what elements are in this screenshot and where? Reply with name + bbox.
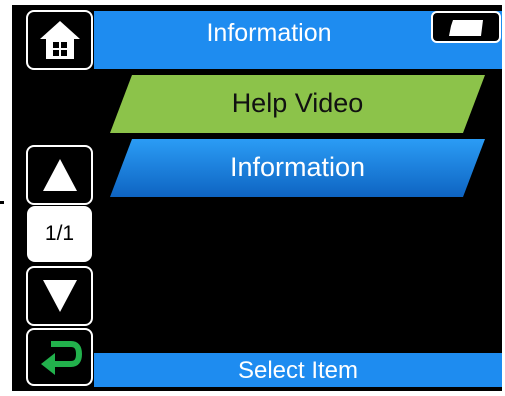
- sd-card-icon: [449, 20, 483, 36]
- page-indicator: 1/1: [44, 222, 75, 245]
- menu-item-label: Information: [229, 152, 366, 182]
- arrow-down-icon: [43, 280, 77, 312]
- home-button[interactable]: [26, 10, 93, 70]
- arrow-up-icon: [43, 159, 77, 191]
- menu-item-information[interactable]: Information: [110, 139, 485, 197]
- status-text: Select Item: [237, 357, 359, 384]
- status-bar: Select Item: [94, 353, 502, 387]
- page-down-button[interactable]: [26, 266, 93, 326]
- page-title: Information: [206, 19, 332, 47]
- menu-item-help-video[interactable]: Help Video: [110, 75, 485, 133]
- home-icon: [40, 21, 80, 59]
- menu-item-label: Help Video: [231, 88, 364, 118]
- sd-card-button[interactable]: [431, 11, 501, 43]
- back-button[interactable]: [26, 328, 93, 386]
- page-counter: 1/1: [27, 206, 92, 262]
- device-screen: Information Help Video Information 1/1 S…: [12, 5, 502, 391]
- edge-mark: [0, 201, 4, 204]
- page-up-button[interactable]: [26, 145, 93, 205]
- return-arrow-icon: [41, 341, 83, 375]
